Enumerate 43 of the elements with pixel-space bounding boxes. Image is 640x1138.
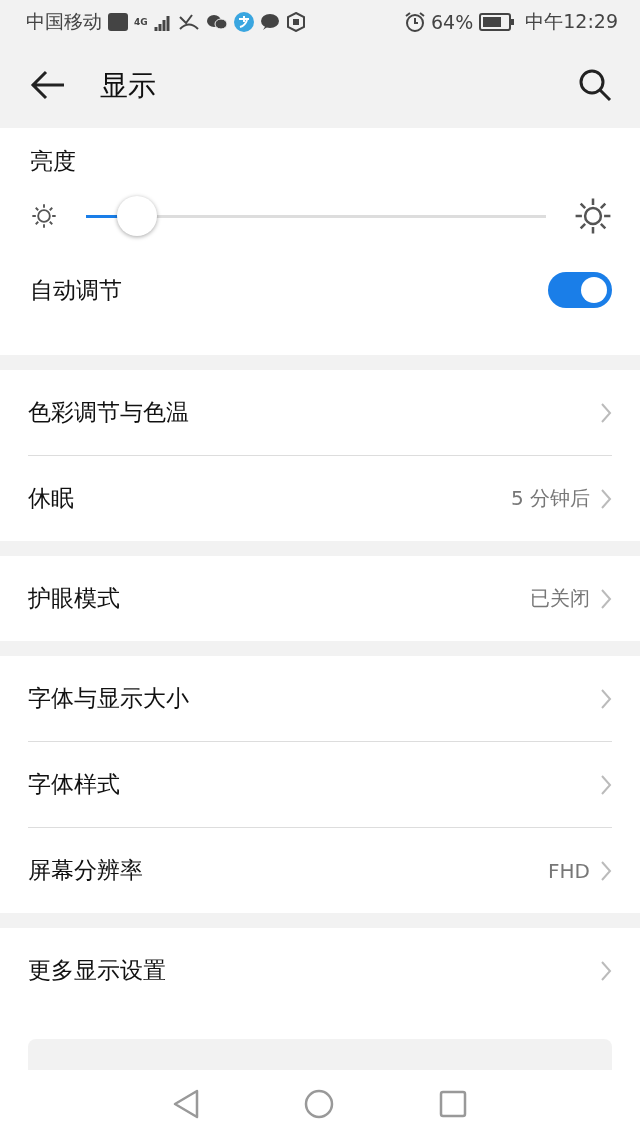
chat-icon: [205, 13, 228, 31]
alarm-icon: [405, 12, 425, 32]
brightness-high-icon: [574, 197, 612, 235]
settings-row[interactable]: 屏幕分辨率 FHD: [28, 827, 612, 913]
chevron-right-icon: [600, 401, 612, 424]
page-title: 显示: [100, 68, 157, 104]
pay-icon: [233, 12, 254, 32]
recents-nav-button[interactable]: [439, 1090, 467, 1118]
chevron-right-icon: [600, 773, 612, 796]
settings-row[interactable]: 字体与显示大小: [28, 656, 612, 741]
row-label: 更多显示设置: [28, 956, 167, 985]
home-nav-button[interactable]: [304, 1089, 334, 1119]
battery-percent: 64%: [431, 11, 474, 33]
settings-row[interactable]: 字体样式: [28, 741, 612, 827]
row-label: 字体与显示大小: [28, 684, 190, 713]
chevron-right-icon: [600, 959, 612, 982]
settings-row[interactable]: 色彩调节与色温: [28, 370, 612, 455]
carrier-name: 中国移动: [26, 9, 102, 34]
back-nav-button[interactable]: [173, 1089, 199, 1119]
row-label: 字体样式: [28, 770, 121, 799]
network-type: 4G: [134, 17, 148, 27]
row-label: 色彩调节与色温: [28, 398, 190, 427]
chevron-right-icon: [600, 587, 612, 610]
signal-icon: [153, 13, 172, 31]
chevron-right-icon: [600, 859, 612, 882]
chevron-right-icon: [600, 687, 612, 710]
row-label: 屏幕分辨率: [28, 856, 144, 885]
chevron-right-icon: [600, 487, 612, 510]
shield-icon: [285, 12, 306, 32]
auto-adjust-label: 自动调节: [30, 275, 123, 305]
row-label: 休眠: [28, 484, 75, 513]
battery-icon: [479, 13, 516, 31]
slider-thumb[interactable]: [116, 196, 157, 236]
row-value: FHD: [548, 858, 590, 883]
brightness-low-icon: [30, 202, 58, 230]
message-icon: [259, 13, 280, 31]
settings-row[interactable]: 休眠 5 分钟后: [28, 455, 612, 541]
clock-time: 中午12:29: [525, 9, 618, 34]
row-value: 已关闭: [530, 585, 590, 612]
row-label: 护眼模式: [28, 584, 121, 613]
brightness-label: 亮度: [30, 147, 77, 176]
row-value: 5 分钟后: [510, 485, 590, 512]
auto-adjust-toggle[interactable]: [548, 272, 612, 308]
